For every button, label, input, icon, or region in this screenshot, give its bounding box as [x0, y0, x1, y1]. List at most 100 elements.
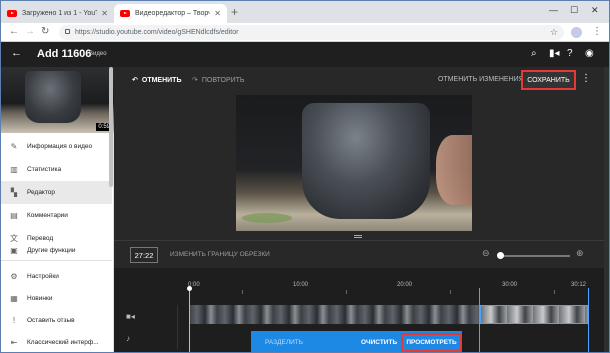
studio-header: ← Add 11606 Видео ⌕ ▮◂ ? ◉	[1, 42, 609, 67]
music-note-icon: ♪	[126, 333, 130, 343]
discard-changes-button[interactable]: ОТМЕНИТЬ ИЗМЕНЕНИЯ	[438, 76, 524, 83]
close-window-button[interactable]: ✕	[591, 5, 599, 16]
tab-title: Видеоредактор – Творческая студия	[135, 10, 211, 17]
sidebar-item-label: Другие функции	[27, 247, 76, 254]
lock-icon	[65, 29, 70, 34]
sidebar-item-other-features[interactable]: ▣ Другие функции	[1, 239, 112, 262]
close-tab-icon[interactable]: ✕	[101, 9, 108, 18]
zoom-in-icon[interactable]: ⊕	[576, 248, 584, 259]
current-time-field[interactable]: 27:22	[130, 247, 158, 263]
create-video-icon[interactable]: ▮◂	[549, 48, 560, 59]
gear-icon: ⚙	[10, 272, 18, 281]
video-preview[interactable]	[236, 95, 472, 231]
zoom-slider-knob[interactable]	[497, 252, 504, 259]
back-arrow-icon[interactable]: ←	[9, 26, 19, 37]
trim-button[interactable]: ИЗМЕНИТЬ ГРАНИЦУ ОБРЕЗКИ	[170, 251, 270, 258]
new-tab-button[interactable]: +	[231, 5, 238, 19]
reload-icon[interactable]: ↻	[41, 26, 49, 37]
profile-avatar[interactable]	[571, 27, 582, 38]
video-track-label: ■◂	[114, 305, 178, 327]
help-icon[interactable]: ?	[567, 48, 573, 59]
video-subtitle: Видео	[89, 51, 107, 57]
timeline[interactable]: 0:00 10:00 20:00 30:00 30:12 ■◂ ♪ РАЗДЕЛ…	[114, 268, 609, 352]
classic-icon: ⇤	[10, 338, 18, 347]
url-input[interactable]: https://studio.youtube.com/video/gSHENdl…	[59, 25, 564, 40]
sidebar-item-label: Редактор	[27, 189, 55, 196]
audio-track-label: ♪	[114, 327, 178, 349]
bookmark-star-icon[interactable]: ☆	[550, 27, 558, 38]
account-icon[interactable]: ◉	[585, 48, 594, 59]
playhead[interactable]	[187, 286, 192, 352]
resize-handle[interactable]	[354, 235, 362, 238]
close-tab-icon[interactable]: ✕	[214, 9, 221, 18]
split-button[interactable]: РАЗДЕЛИТЬ	[265, 339, 303, 346]
thumbnail-image	[25, 71, 81, 123]
sidebar-item-label: Новинки	[27, 295, 53, 302]
ruler-tick	[554, 290, 555, 294]
sidebar-item-comments[interactable]: ▤ Комментарии	[1, 204, 112, 227]
save-button[interactable]: СОХРАНИТЬ	[521, 70, 576, 90]
sidebar-item-label: Информация о видео	[27, 143, 93, 150]
sidebar-item-settings[interactable]: ⚙ Настройки	[1, 265, 112, 288]
bar-chart-icon: ▥	[10, 165, 18, 174]
timeline-controls: 27:22 ИЗМЕНИТЬ ГРАНИЦУ ОБРЕЗКИ ⊖ ⊕	[114, 240, 609, 268]
tab-youtube[interactable]: Загружено 1 из 1 - YouTube ✕	[1, 4, 114, 23]
browser-menu-icon[interactable]: ⋮	[592, 26, 602, 37]
sidebar-item-classic[interactable]: ⇤ Классический интерф...	[1, 331, 112, 352]
undo-button[interactable]: ↶ ОТМЕНИТЬ	[132, 76, 182, 85]
editor-toolbar: ↶ ОТМЕНИТЬ ↷ ПОВТОРИТЬ ОТМЕНИТЬ ИЗМЕНЕНИ…	[114, 67, 609, 93]
ruler-tick	[450, 290, 451, 294]
video-track-clip[interactable]	[189, 305, 479, 324]
end-marker[interactable]	[588, 288, 589, 352]
forward-arrow-icon[interactable]: →	[25, 26, 35, 37]
video-title: Add 11606	[37, 48, 92, 60]
ruler-label: 30:00	[502, 282, 518, 288]
zoom-slider[interactable]	[500, 255, 570, 257]
tab-title: Загружено 1 из 1 - YouTube	[22, 10, 97, 17]
sidebar-item-label: Статистика	[27, 166, 62, 173]
ruler-label: 20:00	[397, 282, 413, 288]
zoom-out-icon[interactable]: ⊖	[482, 248, 490, 259]
sidebar-divider	[1, 260, 112, 261]
video-track-selected-clip[interactable]	[480, 305, 588, 324]
back-arrow-icon[interactable]: ←	[11, 47, 22, 59]
sidebar-item-label: Классический интерф...	[27, 339, 99, 346]
youtube-icon	[120, 10, 130, 17]
split-action-bar: РАЗДЕЛИТЬ ОЧИСТИТЬ ПРОСМОТРЕТЬ	[251, 331, 462, 352]
sidebar-item-whats-new[interactable]: ▦ Новинки	[1, 287, 112, 310]
address-bar: ← → ↻ https://studio.youtube.com/video/g…	[1, 23, 609, 42]
video-frame-detail	[242, 213, 292, 223]
sidebar-scrollbar[interactable]	[109, 67, 113, 187]
video-frame-detail	[436, 135, 472, 205]
tab-strip: Загружено 1 из 1 - YouTube ✕ Видеоредакт…	[1, 1, 609, 23]
redo-button[interactable]: ↷ ПОВТОРИТЬ	[192, 76, 245, 85]
sidebar-item-label: Комментарии	[27, 212, 68, 219]
sidebar: 0:59 ✎ Информация о видео ▥ Статистика ▚…	[1, 67, 114, 352]
preview-button[interactable]: ПРОСМОТРЕТЬ	[401, 333, 462, 352]
minimize-button[interactable]: —	[549, 5, 558, 15]
sidebar-item-details[interactable]: ✎ Информация о видео	[1, 135, 112, 158]
split-marker[interactable]	[479, 288, 480, 352]
sidebar-item-label: Настройки	[27, 273, 59, 280]
search-icon[interactable]: ⌕	[531, 48, 537, 59]
editor-panel: ↶ ОТМЕНИТЬ ↷ ПОВТОРИТЬ ОТМЕНИТЬ ИЗМЕНЕНИ…	[114, 67, 609, 352]
redo-icon: ↷	[192, 77, 198, 84]
maximize-button[interactable]: ☐	[570, 5, 578, 16]
more-options-icon[interactable]: ⋮	[581, 73, 591, 84]
clear-button[interactable]: ОЧИСТИТЬ	[361, 339, 397, 346]
tab-editor[interactable]: Видеоредактор – Творческая студия ✕	[114, 4, 227, 23]
undo-label: ОТМЕНИТЬ	[141, 76, 182, 84]
sidebar-item-label: Оставить отзыв	[27, 317, 75, 324]
sidebar-item-feedback[interactable]: ! Оставить отзыв	[1, 309, 112, 332]
ruler-tick	[346, 290, 347, 294]
ruler-label: 30:12	[571, 282, 587, 288]
sidebar-item-editor[interactable]: ▚ Редактор	[1, 181, 112, 204]
sidebar-item-analytics[interactable]: ▥ Статистика	[1, 158, 112, 181]
video-frame-object	[302, 103, 430, 219]
pencil-icon: ✎	[10, 142, 18, 151]
ruler-tick	[242, 290, 243, 294]
video-thumbnail[interactable]: 0:59	[1, 67, 114, 133]
clapperboard-icon: ▚	[10, 188, 18, 197]
page-scrollbar[interactable]	[604, 67, 609, 352]
feedback-icon: !	[12, 316, 16, 325]
